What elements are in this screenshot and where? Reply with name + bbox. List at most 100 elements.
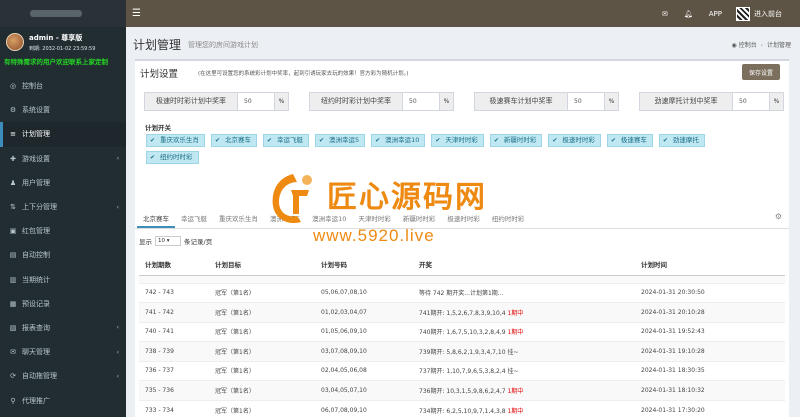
hit-badge: 1期中 xyxy=(507,387,524,395)
sidebar-item-label: 预设记录 xyxy=(22,299,50,308)
user-name: admin - 尊享版 xyxy=(29,33,83,42)
sidebar-item-11[interactable]: ✉ 聊天管理 ‹ xyxy=(0,340,126,364)
bell-icon[interactable]: 🔔︎ xyxy=(684,10,693,18)
rate-input[interactable] xyxy=(568,93,604,110)
percent-unit: % xyxy=(604,93,618,110)
sidebar-item-8[interactable]: ▥ 当期统计 xyxy=(0,268,126,292)
result-text: 736期开: 10,3,1,5,9,8,6,2,4,7 xyxy=(419,387,506,395)
breadcrumb-home[interactable]: 控制台 xyxy=(739,42,757,49)
chat-icon: ✉ xyxy=(10,348,16,357)
result-text: 740期开: 1,6,7,5,10,3,2,8,4,9 xyxy=(419,329,506,337)
switch-title: 计划开关 xyxy=(145,124,171,132)
frontend-link[interactable]: 进入前台 xyxy=(754,9,782,19)
cell-target: 冠军（第1名） xyxy=(209,282,315,303)
watermark-logo xyxy=(272,174,312,224)
tab-game[interactable]: 北京赛车 xyxy=(137,213,175,228)
cell-target: 冠军（第1名） xyxy=(209,321,315,342)
cell-numbers: 01,02,03,04,07 xyxy=(315,302,413,322)
table-row: 738 - 739 冠军（第1名） 03,07,08,09,10 739期开: 5,8… xyxy=(139,341,785,361)
gear-icon[interactable]: ⚙ xyxy=(775,212,782,221)
sidebar-item-label: 代理推广 xyxy=(22,396,50,405)
sidebar-item-2[interactable]: ≡ 计划管理 xyxy=(0,122,126,147)
cell-result: 734期开: 6,2,5,10,9,7,1,4,3,8 1期中 xyxy=(413,399,635,417)
cell-time: 2024-01-31 20:10:28 xyxy=(635,302,785,322)
cell-target: 冠军（第1名） xyxy=(209,341,315,361)
save-settings-button[interactable]: 保存设置 xyxy=(742,64,780,80)
sidebar-item-5[interactable]: ⇅ 上下分管理 ‹ xyxy=(0,195,126,219)
rate-input[interactable] xyxy=(238,93,274,110)
table-header[interactable]: 计划期数 xyxy=(139,253,209,276)
cell-numbers: 05,06,07,08,10 xyxy=(315,282,413,303)
chevron-left-icon: ‹ xyxy=(116,372,119,380)
sidebar-item-4[interactable]: ♟ 用户管理 xyxy=(0,171,126,195)
sidebar-item-label: 控制台 xyxy=(22,82,43,91)
table-row: 740 - 741 冠军（第1名） 01,05,06,09,10 740期开: 1,6… xyxy=(139,321,785,342)
sidebar-item-label: 计划管理 xyxy=(22,130,50,139)
report-icon: ▧ xyxy=(9,323,17,332)
page-length-value: 10 xyxy=(158,238,165,244)
settings-title: 计划设置 xyxy=(140,69,179,80)
table-header[interactable]: 计划时间 xyxy=(635,253,785,276)
mail-icon[interactable]: ✉ xyxy=(662,10,668,18)
table-row: 741 - 742 冠军（第1名） 01,02,03,04,07 741期开: 1,5… xyxy=(139,302,785,322)
cell-time: 2024-01-31 19:52:43 xyxy=(635,321,785,342)
plan-switch-checkbox[interactable]: 澳洲幸运10 xyxy=(371,134,426,147)
plan-switch-checkbox[interactable]: 幸运飞艇 xyxy=(263,134,309,147)
cell-time: 2024-01-31 18:30:35 xyxy=(635,360,785,381)
plan-switch-checkbox[interactable]: 北京赛车 xyxy=(211,134,257,147)
percent-unit: % xyxy=(274,93,288,110)
page-length-select[interactable]: 10 ▾ xyxy=(155,236,181,246)
qrcode-icon[interactable] xyxy=(736,6,750,21)
cell-period: 735 - 736 xyxy=(139,380,209,400)
sidebar-item-9[interactable]: ▦ 预设记录 xyxy=(0,292,126,316)
record-icon: ▦ xyxy=(9,299,17,308)
cell-target: 冠军（第1名） xyxy=(209,360,315,381)
gift-icon: ▣ xyxy=(9,227,17,236)
cell-target: 冠军（第1名） xyxy=(209,302,315,322)
table-row: 733 - 734 冠军（第1名） 06,07,08,09,10 734期开: 6,2… xyxy=(139,399,785,417)
app-link[interactable]: APP xyxy=(709,10,722,18)
rate-label: 极速赛车计划中奖率 xyxy=(475,93,568,110)
control-icon: ▤ xyxy=(9,251,17,260)
sidebar-item-6[interactable]: ▣ 红包管理 xyxy=(0,219,126,243)
plan-switch-checkbox[interactable]: 重庆欢乐生肖 xyxy=(146,134,205,147)
tab-game[interactable]: 重庆欢乐生肖 xyxy=(213,213,264,228)
sidebar-item-3[interactable]: ✚ 游戏设置 ‹ xyxy=(0,147,126,171)
gear-icon: ⚙ xyxy=(9,106,17,115)
brand-logo[interactable] xyxy=(0,0,126,27)
sidebar-item-7[interactable]: ▤ 自动控制 xyxy=(0,243,126,267)
plan-switch-checkbox[interactable]: 新疆时时彩 xyxy=(489,134,543,147)
result-text: 741期开: 1,5,2,6,7,8,3,9,10,4 xyxy=(419,309,506,317)
plan-switch-checkbox[interactable]: 天津时时彩 xyxy=(431,134,484,147)
sidebar-item-10[interactable]: ▧ 报表查询 ‹ xyxy=(0,316,126,340)
breadcrumb: ◉ 控制台 › 计划管理 xyxy=(731,42,791,49)
hit-badge: 1期中 xyxy=(507,309,524,317)
settings-description: (在这里可设置您的系统彩计划中奖率，起到引诱玩家去玩的效果！官方彩为随机计划。) xyxy=(198,71,409,77)
sidebar-item-label: 自动控制 xyxy=(22,251,50,260)
sidebar-item-1[interactable]: ⚙ 系统设置 xyxy=(0,98,126,122)
menu-toggle-icon[interactable]: ☰ xyxy=(132,8,141,19)
sidebar-item-13[interactable]: ⚲ 代理推广 xyxy=(0,388,126,412)
plan-switch-checkbox[interactable]: 劲速摩托 xyxy=(658,134,705,147)
sidebar-item-label: 上下分管理 xyxy=(22,203,57,212)
sidebar-item-12[interactable]: ⟳ 自动拖管理 ‹ xyxy=(0,364,126,388)
tab-game[interactable]: 幸运飞艇 xyxy=(175,213,213,228)
cell-result: 740期开: 1,6,7,5,10,3,2,8,4,9 1期中 xyxy=(413,321,635,342)
cell-result: 741期开: 1,5,2,6,7,8,3,9,10,4 1期中 xyxy=(413,302,635,322)
plan-switch-checkbox[interactable]: 澳洲幸运5 xyxy=(315,134,366,147)
plan-switch-checkbox[interactable]: 极速赛车 xyxy=(606,134,653,147)
cell-numbers: 03,04,05,07,10 xyxy=(315,380,413,400)
hit-badge: 1期中 xyxy=(507,407,524,415)
plan-switch-checkbox[interactable]: 极速时时彩 xyxy=(548,134,601,147)
cell-time: 2024-01-31 18:10:32 xyxy=(635,380,785,400)
sidebar-item-0[interactable]: ◎ 控制台 xyxy=(0,74,126,98)
rate-group: 极速时时彩计划中奖率% xyxy=(144,92,289,111)
table-row: 735 - 736 冠军（第1名） 03,04,05,07,10 736期开: 10,… xyxy=(139,380,785,400)
plan-switch-checkbox[interactable]: 纽约时时彩 xyxy=(146,151,199,164)
cell-time: 2024-01-31 17:30:20 xyxy=(635,399,785,417)
avatar xyxy=(6,33,24,51)
rate-input[interactable] xyxy=(733,93,769,110)
rate-input[interactable] xyxy=(403,93,439,110)
chevron-left-icon: ‹ xyxy=(116,155,119,163)
sidebar: admin - 尊享版 到期: 2032-01-02 23:59:59 有特殊需… xyxy=(0,0,126,417)
